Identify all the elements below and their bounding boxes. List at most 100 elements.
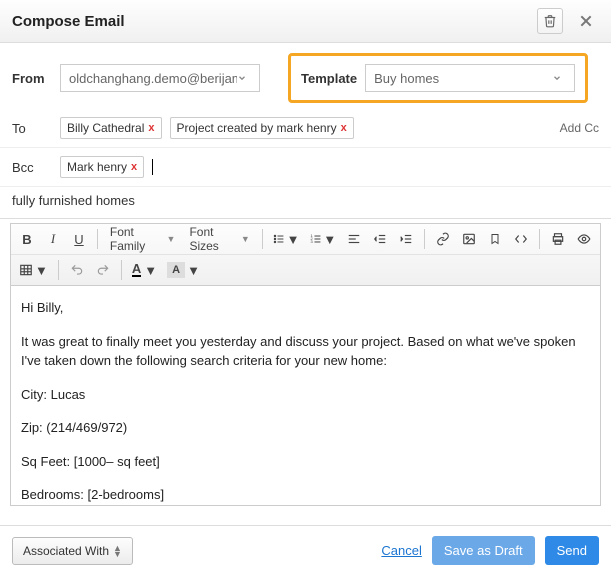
subject-row <box>0 187 611 219</box>
text-color-button[interactable]: A ▼ <box>128 258 161 282</box>
preview-button[interactable] <box>572 227 596 251</box>
dialog-title: Compose Email <box>12 13 125 30</box>
trash-icon <box>543 14 557 28</box>
font-family-label: Font Family <box>110 225 163 253</box>
chevron-down-icon: ▼ <box>287 232 300 247</box>
table-button[interactable]: ▼ <box>15 258 52 282</box>
text-cursor <box>152 159 153 175</box>
toolbar-row-1: B I U Font Family ▼ Font Sizes ▼ ▼ 123 ▼ <box>11 224 600 254</box>
indent-button[interactable] <box>394 227 418 251</box>
undo-button[interactable] <box>65 258 89 282</box>
numbered-list-button[interactable]: 123 ▼ <box>306 227 341 251</box>
print-icon <box>551 232 565 246</box>
template-label: Template <box>301 71 357 86</box>
chevron-down-icon: ▼ <box>35 263 48 278</box>
svg-text:3: 3 <box>310 239 313 244</box>
bcc-label: Bcc <box>12 160 52 175</box>
subject-input[interactable] <box>12 189 599 212</box>
template-value: Buy homes <box>374 71 552 86</box>
table-icon <box>19 263 33 277</box>
chevron-down-icon <box>237 73 253 83</box>
bookmark-button[interactable] <box>483 227 507 251</box>
outdent-icon <box>373 232 387 246</box>
outdent-button[interactable] <box>368 227 392 251</box>
delete-button[interactable] <box>537 8 563 34</box>
close-icon <box>578 13 594 29</box>
font-size-label: Font Sizes <box>189 225 236 253</box>
close-button[interactable] <box>573 8 599 34</box>
redo-button[interactable] <box>91 258 115 282</box>
font-family-select[interactable]: Font Family ▼ <box>104 227 182 251</box>
redo-icon <box>96 263 110 277</box>
remove-recipient-icon[interactable]: x <box>148 122 154 134</box>
code-icon <box>513 232 529 246</box>
undo-icon <box>70 263 84 277</box>
align-left-button[interactable] <box>342 227 366 251</box>
from-template-row: From oldchanghang.demo@berijam. Template… <box>0 43 611 113</box>
numbered-list-icon: 123 <box>310 232 322 246</box>
bold-button[interactable]: B <box>15 227 39 251</box>
recipient-name: Mark henry <box>67 160 127 174</box>
remove-recipient-icon[interactable]: x <box>131 161 137 173</box>
separator <box>262 229 263 249</box>
associated-with-label: Associated With <box>23 544 109 558</box>
body-sqft: Sq Feet: [1000– sq feet] <box>21 452 590 472</box>
to-row: To Billy Cathedral x Project created by … <box>0 113 611 148</box>
sort-icon: ▲▼ <box>113 545 122 557</box>
recipient-chip[interactable]: Billy Cathedral x <box>60 117 162 139</box>
bcc-row: Bcc Mark henry x <box>0 148 611 187</box>
separator <box>97 229 98 249</box>
separator <box>539 229 540 249</box>
remove-recipient-icon[interactable]: x <box>341 122 347 134</box>
body-paragraph: It was great to finally meet you yesterd… <box>21 332 590 371</box>
highlight-color-button[interactable]: A ▼ <box>163 258 204 282</box>
chevron-down-icon: ▼ <box>167 234 176 244</box>
image-icon <box>462 232 476 246</box>
dialog-footer: Associated With ▲▼ Cancel Save as Draft … <box>0 525 611 575</box>
link-icon <box>436 232 450 246</box>
eye-icon <box>576 232 592 246</box>
body-zip: Zip: (214/469/972) <box>21 418 590 438</box>
separator <box>58 260 59 280</box>
code-button[interactable] <box>509 227 533 251</box>
print-button[interactable] <box>546 227 570 251</box>
indent-icon <box>399 232 413 246</box>
bullet-list-icon <box>273 232 285 246</box>
recipient-chip[interactable]: Mark henry x <box>60 156 144 178</box>
from-select[interactable]: oldchanghang.demo@berijam. <box>60 64 260 92</box>
recipient-name: Billy Cathedral <box>67 121 144 135</box>
to-label: To <box>12 121 52 136</box>
underline-button[interactable]: U <box>67 227 91 251</box>
dialog-header: Compose Email <box>0 0 611 43</box>
bookmark-icon <box>489 232 501 246</box>
recipient-name: Project created by mark henry <box>177 121 337 135</box>
separator <box>424 229 425 249</box>
template-group: Template Buy homes <box>288 53 588 103</box>
from-value: oldchanghang.demo@berijam. <box>69 71 237 86</box>
template-select[interactable]: Buy homes <box>365 64 575 92</box>
italic-button[interactable]: I <box>41 227 65 251</box>
chevron-down-icon: ▼ <box>241 234 250 244</box>
separator <box>121 260 122 280</box>
editor-toolbar: B I U Font Family ▼ Font Sizes ▼ ▼ 123 ▼ <box>10 223 601 286</box>
font-size-select[interactable]: Font Sizes ▼ <box>183 227 255 251</box>
save-draft-button[interactable]: Save as Draft <box>432 536 535 565</box>
chevron-down-icon: ▼ <box>187 263 200 278</box>
chevron-down-icon: ▼ <box>323 232 336 247</box>
body-city: City: Lucas <box>21 385 590 405</box>
add-cc-link[interactable]: Add Cc <box>560 121 599 135</box>
image-button[interactable] <box>457 227 481 251</box>
chevron-down-icon <box>552 73 568 83</box>
bullet-list-button[interactable]: ▼ <box>269 227 304 251</box>
body-greeting: Hi Billy, <box>21 298 590 318</box>
email-body-editor[interactable]: Hi Billy, It was great to finally meet y… <box>10 286 601 506</box>
link-button[interactable] <box>431 227 455 251</box>
recipient-chip[interactable]: Project created by mark henry x <box>170 117 354 139</box>
chevron-down-icon: ▼ <box>144 263 157 278</box>
associated-with-button[interactable]: Associated With ▲▼ <box>12 537 133 565</box>
header-actions <box>537 8 599 34</box>
cancel-link[interactable]: Cancel <box>381 543 421 558</box>
send-button[interactable]: Send <box>545 536 599 565</box>
body-bedrooms: Bedrooms: [2-bedrooms] <box>21 485 590 505</box>
align-left-icon <box>347 232 361 246</box>
